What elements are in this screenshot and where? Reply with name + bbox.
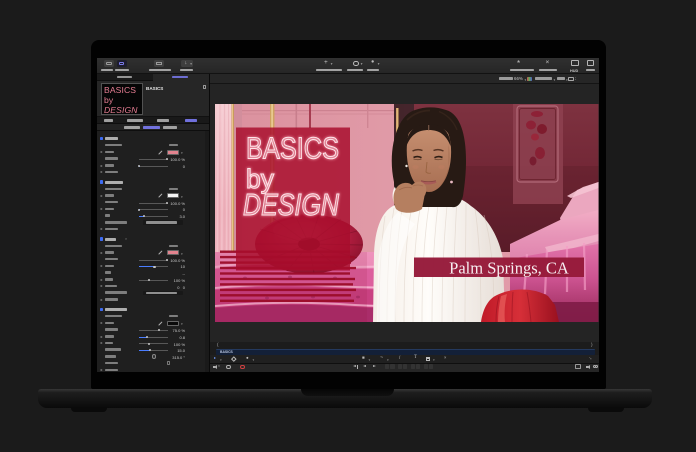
svg-text:BASICS: BASICS: [246, 131, 339, 166]
svg-text:DESIGN: DESIGN: [243, 187, 339, 222]
svg-text:Palm Springs, CA: Palm Springs, CA: [449, 259, 569, 278]
